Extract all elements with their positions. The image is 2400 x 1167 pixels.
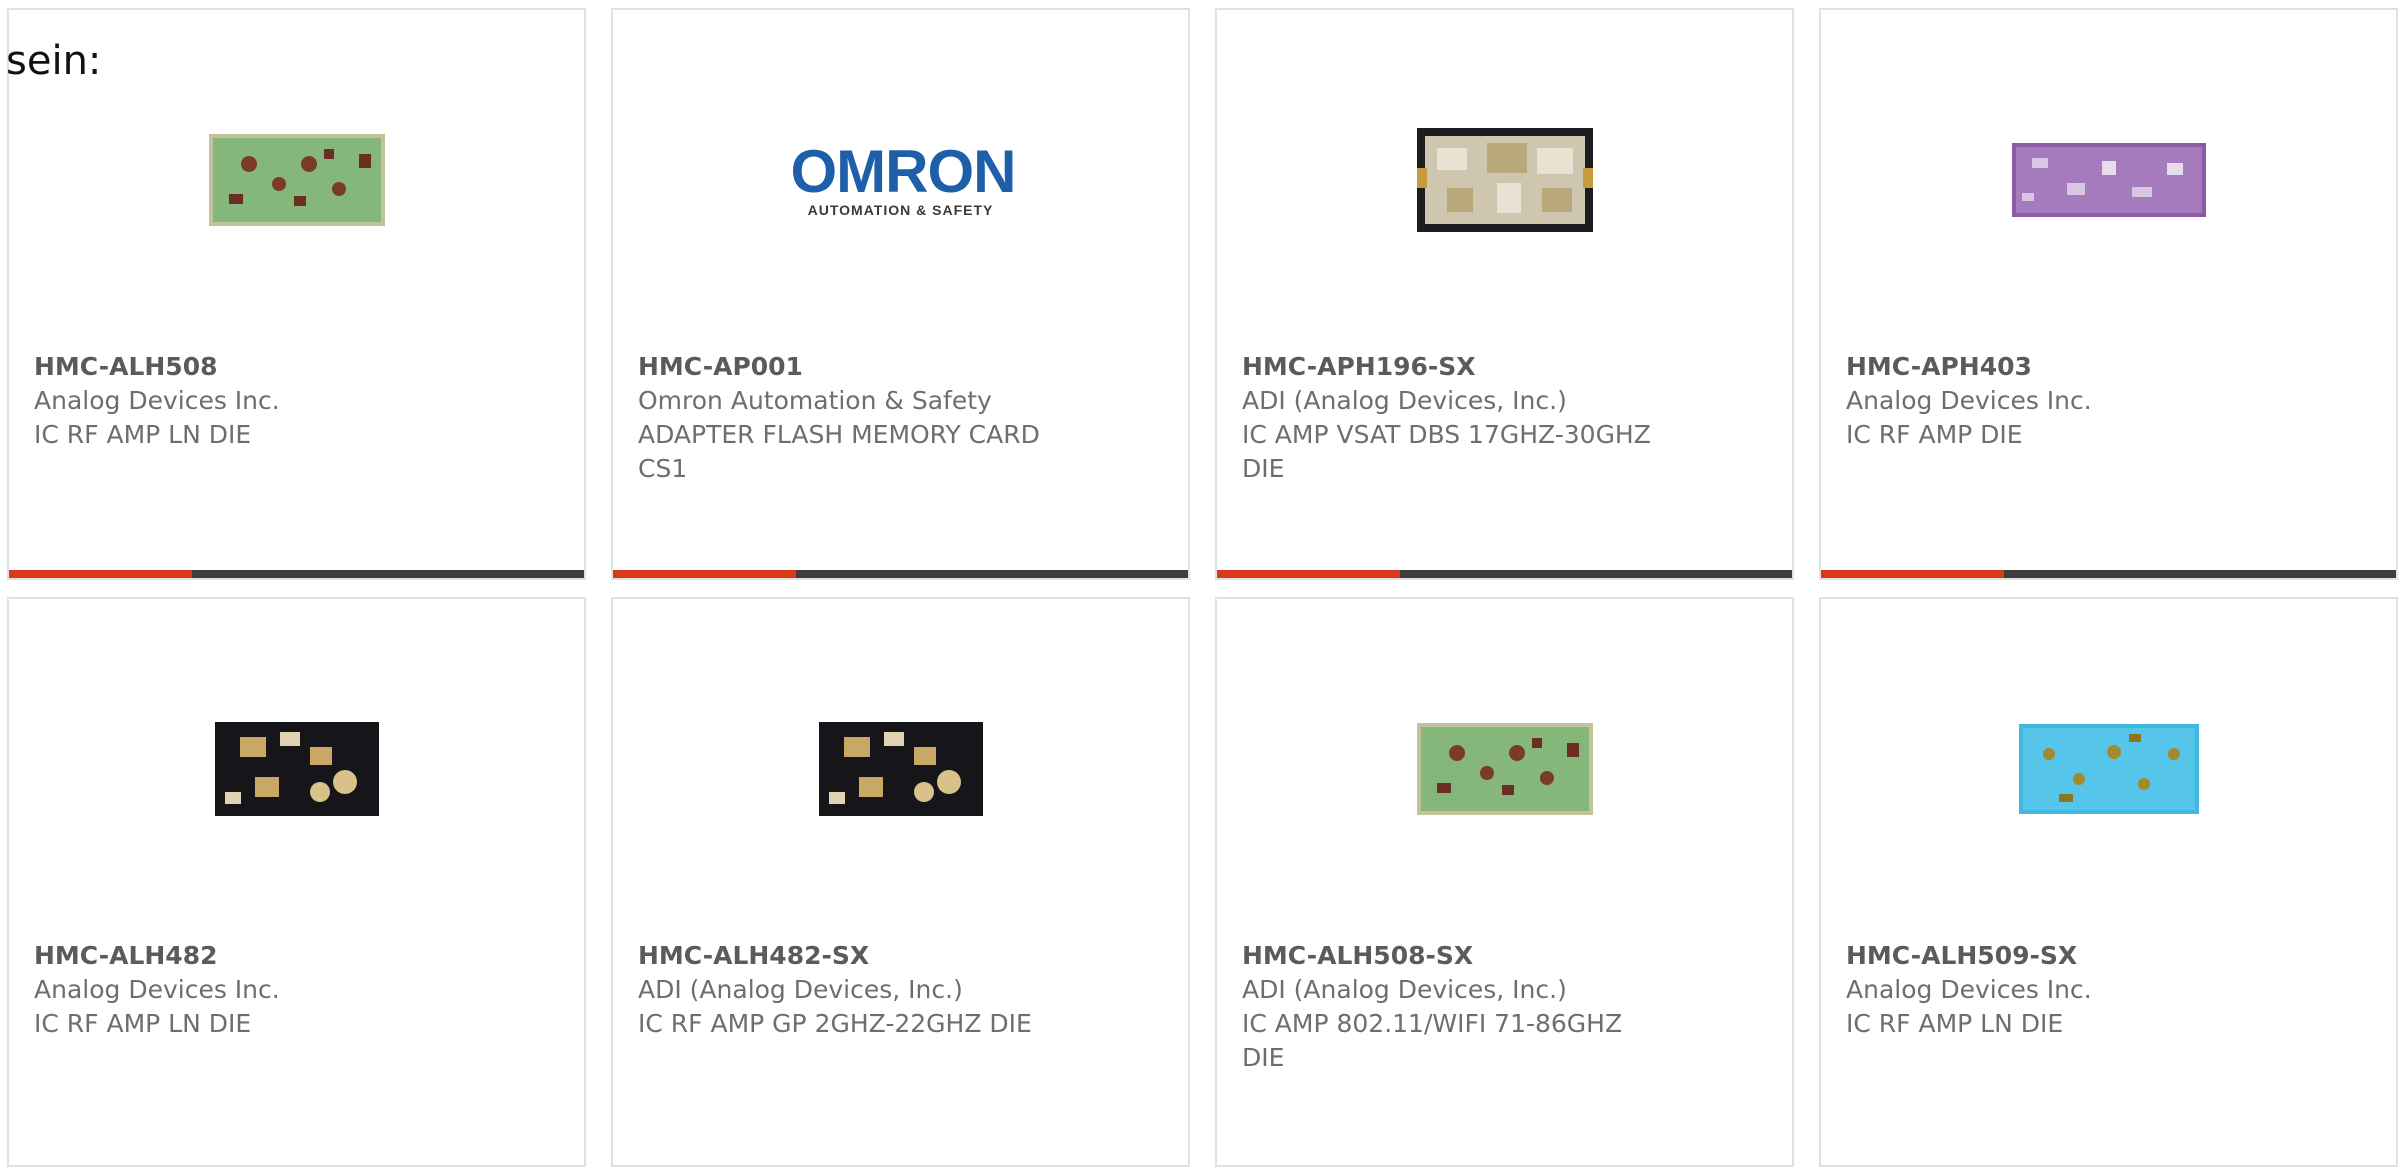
- product-image[interactable]: [1405, 80, 1605, 280]
- product-image[interactable]: [801, 669, 1001, 869]
- part-number[interactable]: HMC-APH196-SX: [1242, 350, 1682, 384]
- product-card[interactable]: HMC-APH403 Analog Devices Inc. IC RF AMP…: [1819, 8, 2398, 580]
- card-bar: [9, 570, 584, 578]
- omron-logo: OMRON AUTOMATION & SAFETY: [790, 138, 1017, 219]
- manufacturer: Omron Automation & Safety: [638, 386, 992, 415]
- manufacturer: Analog Devices Inc.: [34, 975, 280, 1004]
- card-bar: [1821, 570, 2396, 578]
- part-number[interactable]: HMC-APH403: [1846, 350, 2286, 384]
- product-image[interactable]: [2009, 80, 2209, 280]
- manufacturer: ADI (Analog Devices, Inc.): [638, 975, 963, 1004]
- heading-fragment: sein:: [6, 38, 102, 84]
- manufacturer: Analog Devices Inc.: [34, 386, 280, 415]
- card-bar-accent: [1821, 570, 2004, 578]
- logo-brand: OMRON: [790, 138, 1017, 205]
- product-card[interactable]: HMC-ALH509-SX Analog Devices Inc. IC RF …: [1819, 597, 2398, 1167]
- product-image[interactable]: [197, 669, 397, 869]
- card-bar-accent: [613, 570, 796, 578]
- description: IC AMP VSAT DBS 17GHZ-30GHZ DIE: [1242, 420, 1651, 483]
- product-image[interactable]: [1405, 669, 1605, 869]
- product-card[interactable]: HMC-APH196-SX ADI (Analog Devices, Inc.)…: [1215, 8, 1794, 580]
- card-bar: [613, 570, 1188, 578]
- part-number[interactable]: HMC-ALH509-SX: [1846, 939, 2286, 973]
- manufacturer: Analog Devices Inc.: [1846, 975, 2092, 1004]
- manufacturer: ADI (Analog Devices, Inc.): [1242, 386, 1567, 415]
- description: IC AMP 802.11/WIFI 71-86GHZ DIE: [1242, 1009, 1623, 1072]
- manufacturer: Analog Devices Inc.: [1846, 386, 2092, 415]
- product-card[interactable]: HMC-ALH482 Analog Devices Inc. IC RF AMP…: [7, 597, 586, 1167]
- description: IC RF AMP LN DIE: [34, 420, 252, 449]
- product-image[interactable]: [197, 80, 397, 280]
- description: ADAPTER FLASH MEMORY CARD CS1: [638, 420, 1040, 483]
- logo-tagline: AUTOMATION & SAFETY: [807, 202, 994, 218]
- description: IC RF AMP DIE: [1846, 420, 2023, 449]
- product-card[interactable]: OMRON AUTOMATION & SAFETY HMC-AP001 Omro…: [611, 8, 1190, 580]
- card-bar-accent: [9, 570, 192, 578]
- product-image[interactable]: [2009, 669, 2209, 869]
- card-bar-accent: [1217, 570, 1400, 578]
- card-bar: [1217, 570, 1792, 578]
- description: IC RF AMP LN DIE: [1846, 1009, 2064, 1038]
- part-number[interactable]: HMC-ALH508-SX: [1242, 939, 1682, 973]
- description: IC RF AMP GP 2GHZ-22GHZ DIE: [638, 1009, 1032, 1038]
- product-image[interactable]: OMRON AUTOMATION & SAFETY: [791, 80, 1017, 280]
- description: IC RF AMP LN DIE: [34, 1009, 252, 1038]
- product-card[interactable]: HMC-ALH508-SX ADI (Analog Devices, Inc.)…: [1215, 597, 1794, 1167]
- part-number[interactable]: HMC-AP001: [638, 350, 1078, 384]
- part-number[interactable]: HMC-ALH482: [34, 939, 474, 973]
- part-number[interactable]: HMC-ALH508: [34, 350, 474, 384]
- manufacturer: ADI (Analog Devices, Inc.): [1242, 975, 1567, 1004]
- product-card[interactable]: HMC-ALH482-SX ADI (Analog Devices, Inc.)…: [611, 597, 1190, 1167]
- product-card[interactable]: HMC-ALH508 Analog Devices Inc. IC RF AMP…: [7, 8, 586, 580]
- part-number[interactable]: HMC-ALH482-SX: [638, 939, 1078, 973]
